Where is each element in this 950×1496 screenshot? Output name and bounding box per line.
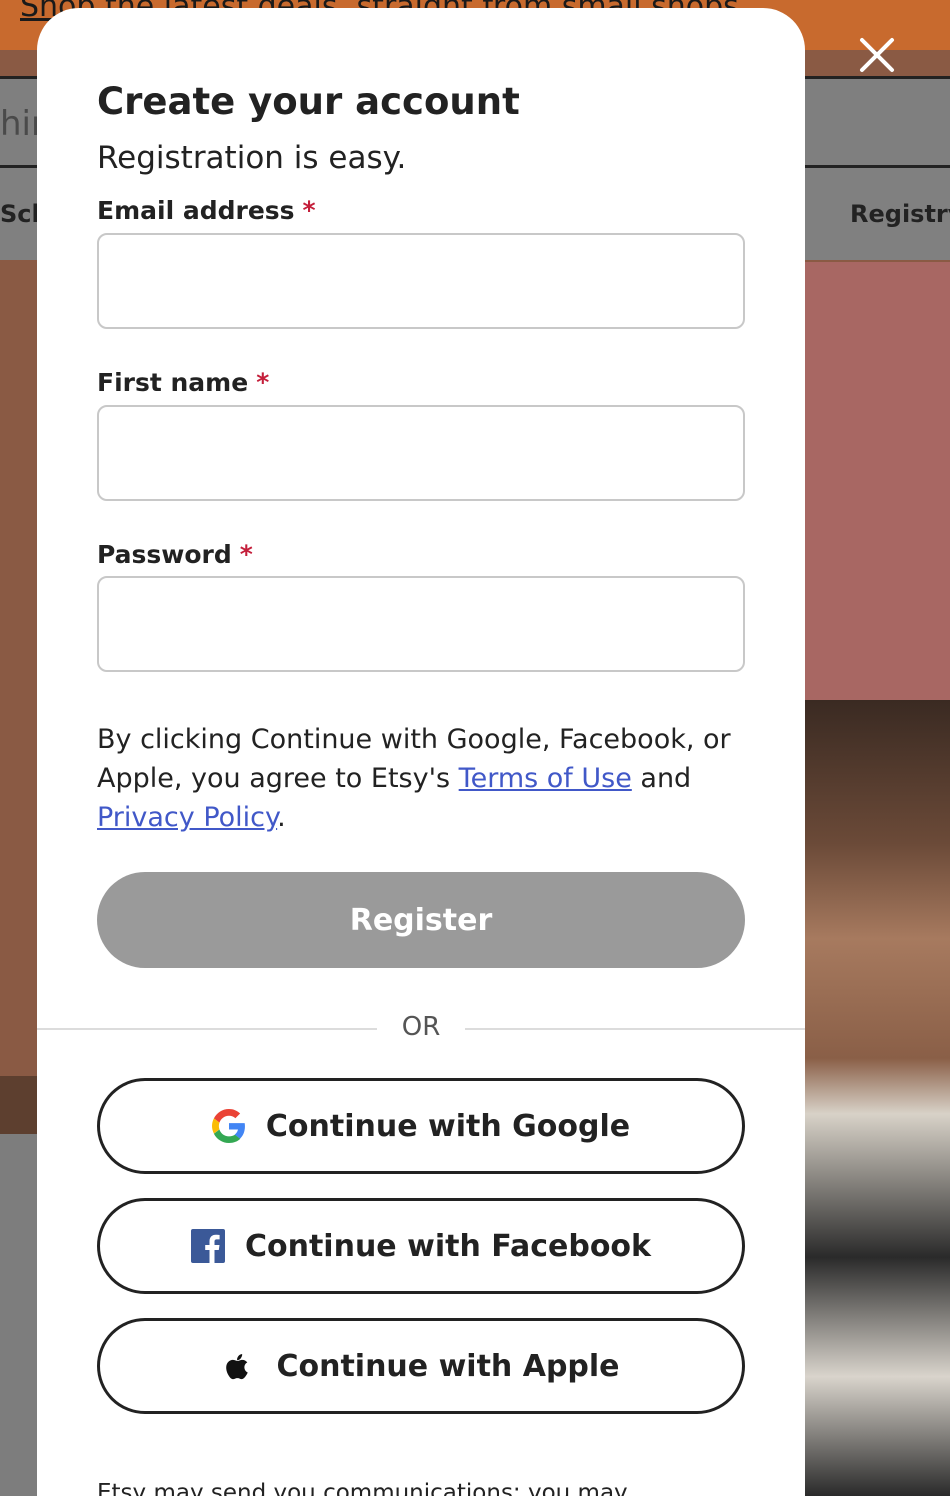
or-divider: OR (37, 1008, 805, 1048)
google-icon (211, 1109, 246, 1143)
first-name-field[interactable] (97, 405, 745, 501)
email-label: Email address * (97, 196, 316, 225)
required-marker: * (256, 368, 270, 397)
divider-line (37, 1028, 377, 1030)
email-field[interactable] (97, 233, 745, 329)
facebook-icon (190, 1229, 225, 1263)
background-hero-photo (805, 700, 950, 1496)
continue-with-facebook-button[interactable]: Continue with Facebook (97, 1198, 745, 1294)
continue-with-google-button[interactable]: Continue with Google (97, 1078, 745, 1174)
required-marker: * (302, 196, 316, 225)
password-label-text: Password (97, 540, 232, 569)
registration-modal: Create your account Registration is easy… (37, 8, 805, 1496)
required-marker: * (239, 540, 253, 569)
privacy-policy-link[interactable]: Privacy Policy (97, 802, 277, 833)
google-button-label: Continue with Google (265, 1108, 631, 1144)
facebook-button-label: Continue with Facebook (244, 1228, 651, 1264)
first-name-label: First name * (97, 368, 269, 397)
register-button[interactable]: Register (97, 872, 745, 968)
continue-with-apple-button[interactable]: Continue with Apple (97, 1318, 745, 1414)
password-field[interactable] (97, 576, 745, 672)
modal-subtitle: Registration is easy. (97, 140, 407, 176)
divider-line (465, 1028, 805, 1030)
or-label: OR (401, 1012, 441, 1042)
background-nav-registry: Registry (850, 200, 950, 228)
close-modal-button[interactable] (852, 30, 902, 80)
legal-suffix: . (277, 802, 286, 833)
close-icon (860, 38, 894, 72)
legal-text: By clicking Continue with Google, Facebo… (97, 720, 745, 837)
apple-icon (222, 1349, 256, 1383)
communications-note: Etsy may send you communications; you ma… (97, 1480, 628, 1496)
first-name-label-text: First name (97, 368, 249, 397)
email-label-text: Email address (97, 196, 295, 225)
apple-button-label: Continue with Apple (276, 1348, 620, 1384)
password-label: Password * (97, 540, 253, 569)
modal-title: Create your account (97, 80, 520, 123)
legal-middle: and (631, 763, 692, 794)
terms-of-use-link[interactable]: Terms of Use (459, 763, 632, 794)
